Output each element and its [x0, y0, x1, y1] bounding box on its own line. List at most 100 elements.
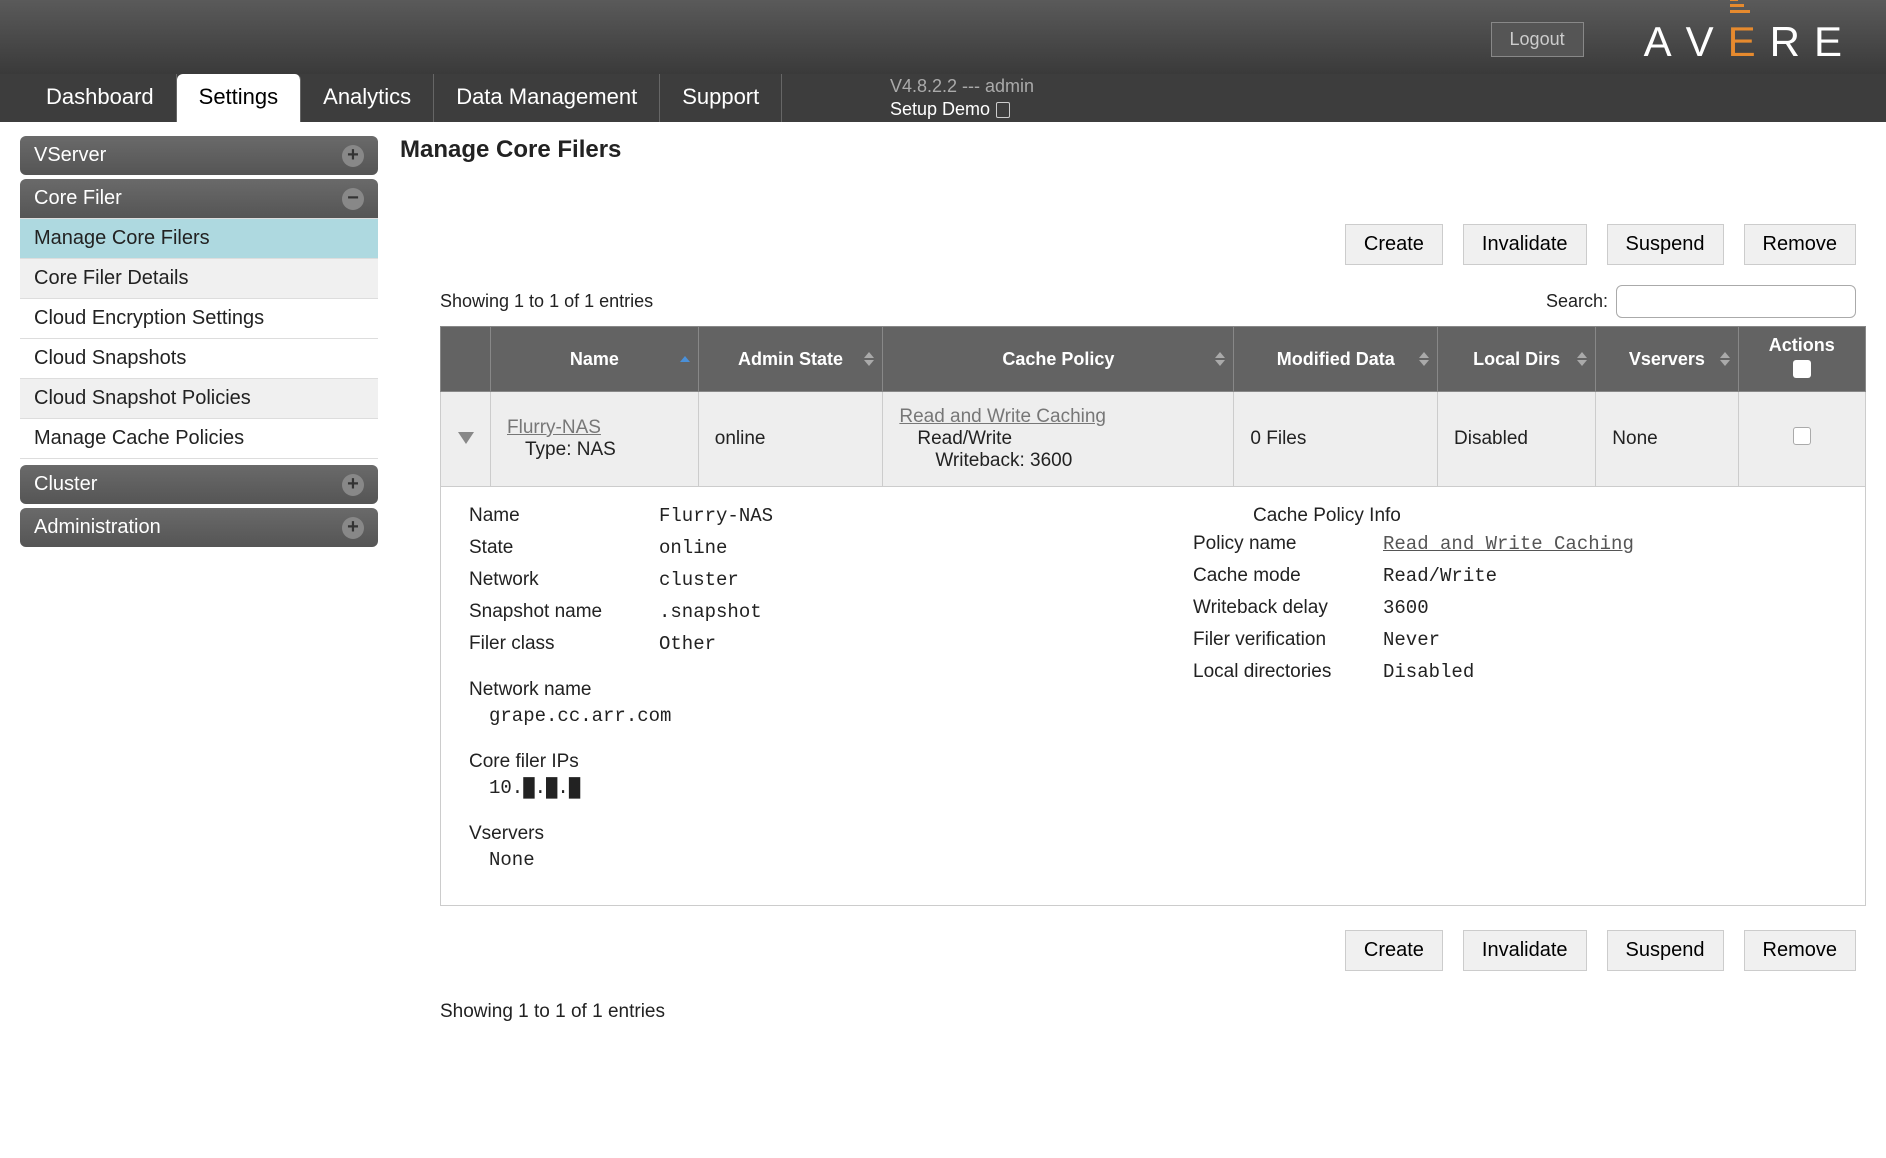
- document-icon: [996, 102, 1010, 118]
- val-network: cluster: [659, 569, 739, 591]
- action-buttons-top: Create Invalidate Suspend Remove: [400, 224, 1866, 265]
- remove-button[interactable]: Remove: [1744, 930, 1856, 971]
- val-policy-name-link[interactable]: Read and Write Caching: [1383, 533, 1634, 555]
- lbl-verification: Filer verification: [1193, 629, 1383, 651]
- page-title: Manage Core Filers: [400, 136, 1866, 164]
- cache-policy-writeback: Writeback: 3600: [935, 450, 1072, 471]
- plus-icon: +: [342, 145, 364, 167]
- version-info: V4.8.2.2 --- admin Setup Demo: [890, 76, 1034, 120]
- header-bar: Logout A V E R E: [0, 0, 1886, 74]
- lbl-snapshot: Snapshot name: [469, 601, 659, 623]
- lbl-network-name: Network name: [469, 679, 1113, 701]
- row-checkbox[interactable]: [1793, 427, 1811, 445]
- logo: A V E R E: [1644, 18, 1856, 66]
- detail-right-column: Cache Policy Info Policy nameRead and Wr…: [1193, 505, 1837, 871]
- sidebar-section-cluster[interactable]: Cluster +: [20, 465, 378, 504]
- val-cache-mode: Read/Write: [1383, 565, 1497, 587]
- cache-policy-heading: Cache Policy Info: [1253, 505, 1837, 527]
- tab-analytics[interactable]: Analytics: [301, 74, 434, 122]
- th-expand: [441, 327, 491, 392]
- sidebar-item-cloud-snapshot-policies[interactable]: Cloud Snapshot Policies: [20, 378, 378, 418]
- content-area: Manage Core Filers Create Invalidate Sus…: [378, 136, 1866, 1023]
- val-state: online: [659, 537, 727, 559]
- search-input[interactable]: [1616, 285, 1856, 318]
- val-filer-class: Other: [659, 633, 716, 655]
- lbl-vservers: Vservers: [469, 823, 1113, 845]
- sort-icon: [864, 352, 874, 366]
- sidebar-item-manage-core-filers[interactable]: Manage Core Filers: [20, 218, 378, 258]
- cell-actions: [1738, 392, 1866, 487]
- invalidate-button[interactable]: Invalidate: [1463, 224, 1587, 265]
- val-core-filer-ips: 10.█.█.█: [489, 777, 1113, 799]
- remove-button[interactable]: Remove: [1744, 224, 1856, 265]
- showing-text-bottom: Showing 1 to 1 of 1 entries: [440, 1001, 1866, 1023]
- tab-dashboard[interactable]: Dashboard: [24, 74, 177, 122]
- detail-left-column: NameFlurry-NAS Stateonline Networkcluste…: [469, 505, 1113, 871]
- val-writeback: 3600: [1383, 597, 1429, 619]
- table-info-row: Showing 1 to 1 of 1 entries Search:: [400, 285, 1866, 318]
- core-filers-table: Name Admin State Cache Policy Modified D…: [440, 326, 1866, 487]
- sidebar-section-vserver[interactable]: VServer +: [20, 136, 378, 175]
- lbl-filer-class: Filer class: [469, 633, 659, 655]
- sort-icon: [1720, 352, 1730, 366]
- lbl-cache-mode: Cache mode: [1193, 565, 1383, 587]
- th-local-dirs[interactable]: Local Dirs: [1438, 327, 1596, 392]
- create-button[interactable]: Create: [1345, 224, 1443, 265]
- tab-support[interactable]: Support: [660, 74, 782, 122]
- minus-icon: −: [342, 188, 364, 210]
- suspend-button[interactable]: Suspend: [1607, 224, 1724, 265]
- th-vservers[interactable]: Vservers: [1596, 327, 1738, 392]
- lbl-state: State: [469, 537, 659, 559]
- sort-icon: [680, 356, 690, 362]
- sidebar-item-manage-cache-policies[interactable]: Manage Cache Policies: [20, 418, 378, 458]
- val-vservers: None: [489, 849, 1113, 871]
- lbl-core-filer-ips: Core filer IPs: [469, 751, 1113, 773]
- logo-letter: R: [1770, 18, 1814, 66]
- logo-letter: A: [1644, 18, 1686, 66]
- main-tabs: Dashboard Settings Analytics Data Manage…: [0, 74, 1886, 122]
- cell-vservers: None: [1596, 392, 1738, 487]
- sidebar-item-cloud-encryption[interactable]: Cloud Encryption Settings: [20, 298, 378, 338]
- tab-data-management[interactable]: Data Management: [434, 74, 660, 122]
- cache-policy-link[interactable]: Read and Write Caching: [899, 406, 1106, 427]
- sidebar-item-core-filer-details[interactable]: Core Filer Details: [20, 258, 378, 298]
- logout-button[interactable]: Logout: [1491, 22, 1584, 57]
- filer-type: Type: NAS: [525, 439, 616, 460]
- val-snapshot: .snapshot: [659, 601, 762, 623]
- suspend-button[interactable]: Suspend: [1607, 930, 1724, 971]
- val-verification: Never: [1383, 629, 1440, 651]
- select-all-checkbox[interactable]: [1793, 360, 1811, 378]
- filer-name-link[interactable]: Flurry-NAS: [507, 417, 601, 438]
- cell-modified-data: 0 Files: [1234, 392, 1438, 487]
- th-admin-state[interactable]: Admin State: [698, 327, 883, 392]
- setup-demo-link[interactable]: Setup Demo: [890, 99, 1034, 120]
- val-name: Flurry-NAS: [659, 505, 773, 527]
- version-text: V4.8.2.2 --- admin: [890, 76, 1034, 97]
- th-cache-policy[interactable]: Cache Policy: [883, 327, 1234, 392]
- lbl-name: Name: [469, 505, 659, 527]
- sidebar-item-cloud-snapshots[interactable]: Cloud Snapshots: [20, 338, 378, 378]
- sidebar-section-core-filer[interactable]: Core Filer −: [20, 179, 378, 218]
- logo-letter-e: E: [1728, 18, 1770, 66]
- val-network-name: grape.cc.arr.com: [489, 705, 1113, 727]
- invalidate-button[interactable]: Invalidate: [1463, 930, 1587, 971]
- th-name[interactable]: Name: [491, 327, 699, 392]
- sidebar-section-administration[interactable]: Administration +: [20, 508, 378, 547]
- table-row: Flurry-NAS Type: NAS online Read and Wri…: [441, 392, 1866, 487]
- detail-panel: NameFlurry-NAS Stateonline Networkcluste…: [440, 487, 1866, 906]
- sort-icon: [1419, 352, 1429, 366]
- expand-toggle[interactable]: [441, 392, 491, 487]
- sort-icon: [1577, 352, 1587, 366]
- action-buttons-bottom: Create Invalidate Suspend Remove: [400, 930, 1866, 971]
- cell-name: Flurry-NAS Type: NAS: [491, 392, 699, 487]
- cell-admin-state: online: [698, 392, 883, 487]
- val-local-dirs: Disabled: [1383, 661, 1474, 683]
- th-modified-data[interactable]: Modified Data: [1234, 327, 1438, 392]
- lbl-writeback: Writeback delay: [1193, 597, 1383, 619]
- chevron-down-icon: [458, 432, 474, 444]
- lbl-policy-name: Policy name: [1193, 533, 1383, 555]
- create-button[interactable]: Create: [1345, 930, 1443, 971]
- tab-settings[interactable]: Settings: [177, 74, 302, 122]
- logo-letter: V: [1686, 18, 1728, 66]
- plus-icon: +: [342, 517, 364, 539]
